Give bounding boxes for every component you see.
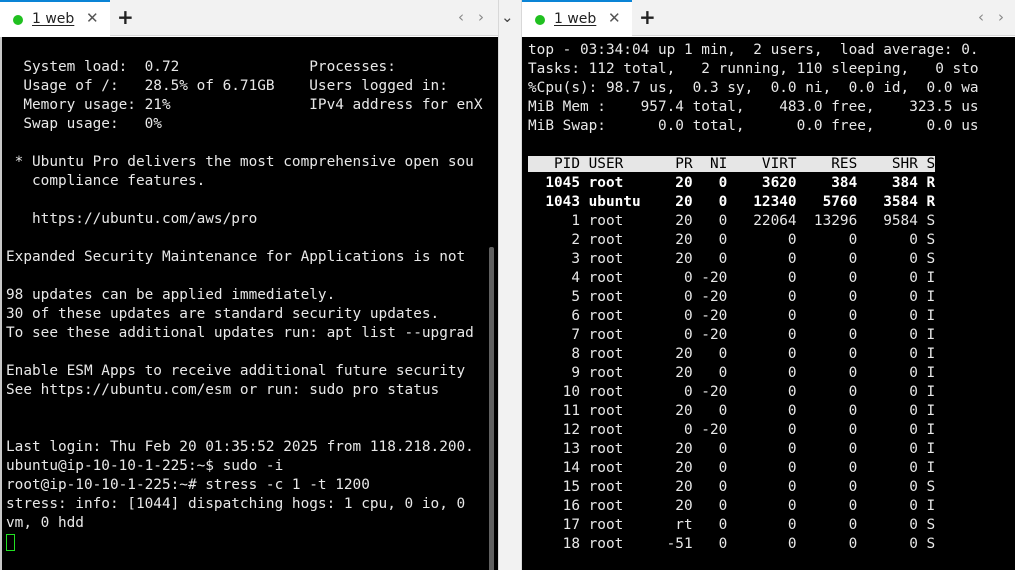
process-row: 1043 ubuntu 20 0 12340 5760 3584 R <box>528 194 936 210</box>
process-table-header: PID USER PR NI VIRT RES SHR S <box>528 156 936 172</box>
process-row: 1045 root 20 0 3620 384 384 R <box>528 175 936 191</box>
terminal-line: To see these additional updates run: apt… <box>6 325 474 341</box>
left-terminal-scrollbar[interactable] <box>489 247 494 570</box>
process-row: 7 root 0 -20 0 0 0 I <box>528 327 936 343</box>
process-row: 3 root 20 0 0 0 0 S <box>528 251 936 267</box>
top-summary-line: %Cpu(s): 98.7 us, 0.3 sy, 0.0 ni, 0.0 id… <box>528 80 979 96</box>
scroll-tabs-right-icon[interactable]: › <box>998 8 1004 26</box>
process-row: 5 root 0 -20 0 0 0 I <box>528 289 936 305</box>
pane-divider[interactable]: ⌄ <box>498 0 522 570</box>
process-row: 18 root -51 0 0 0 0 S <box>528 536 936 552</box>
process-row: 12 root 0 -20 0 0 0 I <box>528 422 936 438</box>
new-tab-button[interactable]: + <box>639 5 656 29</box>
process-row: 10 root 0 -20 0 0 0 I <box>528 384 936 400</box>
terminal-cursor[interactable] <box>6 534 15 551</box>
chevron-down-icon[interactable]: ⌄ <box>501 8 514 26</box>
terminal-line: root@ip-10-10-1-225:~# stress -c 1 -t 12… <box>6 477 370 493</box>
terminal-line: stress: info: [1044] dispatching hogs: 1… <box>6 496 466 512</box>
process-table: 1045 root 20 0 3620 384 384 R 1043 ubunt… <box>528 174 979 554</box>
left-tab-bar: 1 web ✕ + ‹ › <box>0 0 498 36</box>
terminal-line: * Ubuntu Pro delivers the most comprehen… <box>6 154 474 170</box>
top-output: top - 03:34:04 up 1 min, 2 users, load a… <box>528 41 979 554</box>
terminal-line: compliance features. <box>6 173 206 189</box>
process-row: 6 root 0 -20 0 0 0 I <box>528 308 936 324</box>
prompt-line <box>6 533 483 552</box>
scroll-tabs-left-icon[interactable]: ‹ <box>458 8 464 26</box>
top-summary: top - 03:34:04 up 1 min, 2 users, load a… <box>528 41 979 136</box>
terminal-line: 30 of these updates are standard securit… <box>6 306 440 322</box>
terminal-line: Enable ESM Apps to receive additional fu… <box>6 363 466 379</box>
process-row: 11 root 20 0 0 0 0 I <box>528 403 936 419</box>
process-row: 17 root rt 0 0 0 0 S <box>528 517 936 533</box>
close-icon[interactable]: ✕ <box>608 9 621 27</box>
process-row: 1 root 20 0 22064 13296 9584 S <box>528 213 936 229</box>
terminal-line: Usage of /: 28.5% of 6.71GB Users logged… <box>6 78 448 94</box>
terminal-line: See https://ubuntu.com/esm or run: sudo … <box>6 382 440 398</box>
right-terminal-output[interactable]: top - 03:34:04 up 1 min, 2 users, load a… <box>522 37 1015 570</box>
terminal-line: https://ubuntu.com/aws/pro <box>6 211 258 227</box>
status-dot-icon <box>535 15 545 25</box>
top-summary-line: MiB Mem : 957.4 total, 483.0 free, 323.5… <box>528 99 979 115</box>
top-summary-line: top - 03:34:04 up 1 min, 2 users, load a… <box>528 42 979 58</box>
process-row: 13 root 20 0 0 0 0 I <box>528 441 936 457</box>
status-dot-icon <box>13 15 23 25</box>
terminal-line: ubuntu@ip-10-10-1-225:~$ sudo -i <box>6 458 284 474</box>
terminal-line: Memory usage: 21% IPv4 address for enX <box>6 97 483 113</box>
right-tab-bar: 1 web ✕ + ‹ › <box>522 0 1015 36</box>
terminal-line: 98 updates can be applied immediately. <box>6 287 336 303</box>
terminal-line: Swap usage: 0% <box>6 116 162 132</box>
new-tab-button[interactable]: + <box>117 5 134 29</box>
process-row: 16 root 20 0 0 0 0 I <box>528 498 936 514</box>
terminal-line: Expanded Security Maintenance for Applic… <box>6 249 466 265</box>
terminal-line: vm, 0 hdd <box>6 515 84 531</box>
left-tab-web[interactable]: 1 web ✕ <box>0 0 110 36</box>
left-terminal-output[interactable]: System load: 0.72 Processes: Usage of /:… <box>0 37 498 570</box>
terminal-line: Last login: Thu Feb 20 01:35:52 2025 fro… <box>6 439 474 455</box>
process-row: 15 root 20 0 0 0 0 S <box>528 479 936 495</box>
process-row: 4 root 0 -20 0 0 0 I <box>528 270 936 286</box>
top-summary-line: MiB Swap: 0.0 total, 0.0 free, 0.0 us <box>528 118 979 134</box>
top-summary-line: Tasks: 112 total, 2 running, 110 sleepin… <box>528 61 979 77</box>
process-row: 8 root 20 0 0 0 0 I <box>528 346 936 362</box>
process-row: 2 root 20 0 0 0 0 S <box>528 232 936 248</box>
right-terminal-pane: 1 web ✕ + ‹ › top - 03:34:04 up 1 min, 2… <box>522 0 1015 570</box>
close-icon[interactable]: ✕ <box>86 9 99 27</box>
left-tab-label[interactable]: 1 web <box>32 11 74 27</box>
process-row: 14 root 20 0 0 0 0 I <box>528 460 936 476</box>
right-tab-web[interactable]: 1 web ✕ <box>522 0 632 36</box>
scroll-tabs-right-icon[interactable]: › <box>478 8 484 26</box>
process-row: 9 root 20 0 0 0 0 I <box>528 365 936 381</box>
scroll-tabs-left-icon[interactable]: ‹ <box>978 8 984 26</box>
left-terminal-lines: System load: 0.72 Processes: Usage of /:… <box>6 39 483 552</box>
terminal-line: System load: 0.72 Processes: <box>6 59 396 75</box>
left-terminal-pane: 1 web ✕ + ‹ › System load: 0.72 Processe… <box>0 0 498 570</box>
right-tab-label[interactable]: 1 web <box>554 11 596 27</box>
